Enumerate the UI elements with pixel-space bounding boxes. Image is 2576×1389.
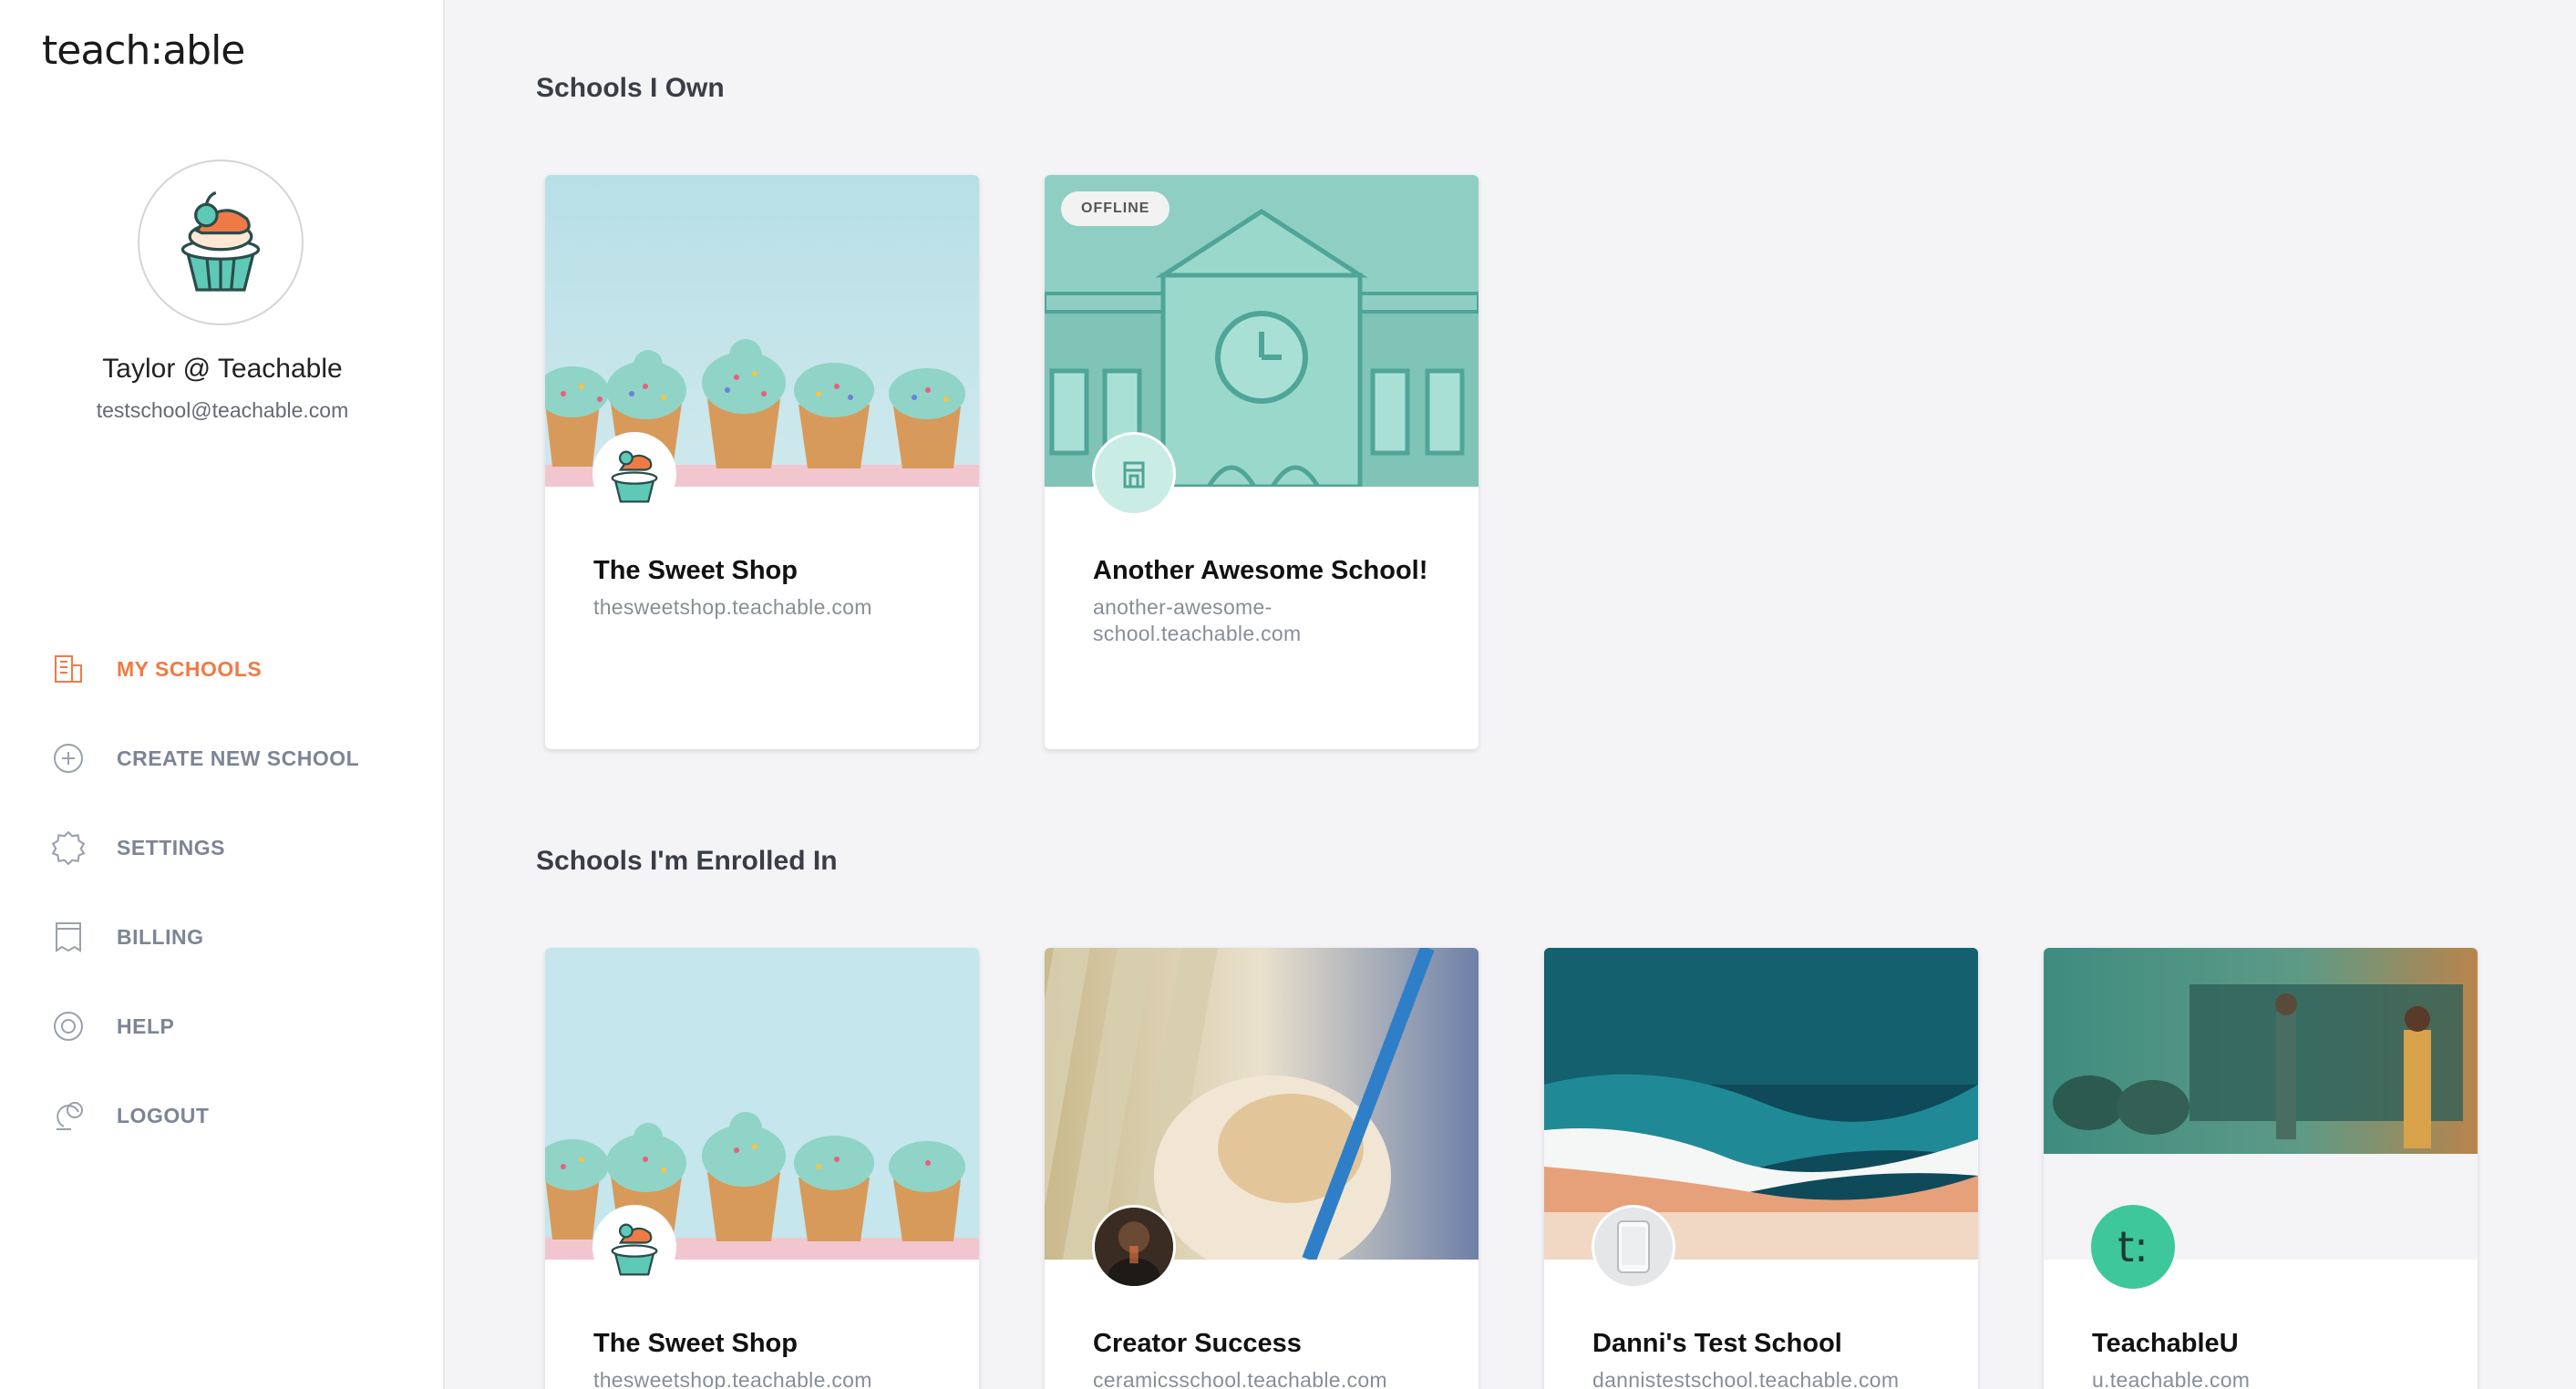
phone-icon xyxy=(1592,1205,1675,1289)
cupcake-icon xyxy=(592,432,676,516)
school-name: The Sweet Shop xyxy=(593,556,798,585)
status-badge: OFFLINE xyxy=(1061,191,1170,226)
school-url: ceramicsschool.teachable.com xyxy=(1093,1368,1387,1389)
school-url: dannistestschool.teachable.com xyxy=(1592,1368,1900,1389)
sidebar: teach:able Taylor @ Teachable testschool… xyxy=(0,0,445,1389)
profile-name: Taylor @ Teachable xyxy=(102,354,343,384)
school-name: The Sweet Shop xyxy=(593,1329,798,1358)
school-name: Creator Success xyxy=(1093,1329,1302,1358)
school-url: thesweetshop.teachable.com xyxy=(593,595,872,619)
school-icon xyxy=(1092,432,1176,516)
lifebuoy-icon xyxy=(51,1009,86,1044)
school-name: Danni's Test School xyxy=(1592,1329,1842,1358)
school-url: another-awesome-school.teachable.com xyxy=(1093,595,1302,645)
nav-label: HELP xyxy=(117,1013,175,1038)
logout-icon xyxy=(51,1098,86,1133)
owned-section-title: Schools I Own xyxy=(536,73,725,103)
school-card[interactable]: The Sweet Shop thesweetshop.teachable.co… xyxy=(545,175,979,749)
school-name: Another Awesome School! xyxy=(1093,556,1428,585)
school-url: thesweetshop.teachable.com xyxy=(593,1368,872,1389)
school-card[interactable]: t: TeachableU u.teachable.com xyxy=(2044,948,2478,1389)
nav-my-schools[interactable]: MY SCHOOLS xyxy=(0,624,445,714)
teachable-logo[interactable]: teach:able xyxy=(42,27,245,74)
nav-settings[interactable]: SETTINGS xyxy=(0,803,445,892)
sidebar-nav: MY SCHOOLS CREATE NEW SCHOOL SETTINGS BI… xyxy=(0,624,445,1160)
avatar xyxy=(138,159,304,325)
nav-label: SETTINGS xyxy=(117,835,226,859)
school-url: u.teachable.com xyxy=(2092,1368,2251,1389)
profile-email: testschool@teachable.com xyxy=(96,398,349,422)
gear-icon xyxy=(51,830,86,865)
cupcake-icon xyxy=(592,1205,676,1289)
nav-billing[interactable]: BILLING xyxy=(0,892,445,982)
nav-label: LOGOUT xyxy=(117,1103,210,1127)
classroom-image xyxy=(2044,948,2478,1154)
school-card[interactable]: The Sweet Shop thesweetshop.teachable.co… xyxy=(545,948,979,1389)
nav-label: CREATE NEW SCHOOL xyxy=(117,746,360,770)
nav-create-new-school[interactable]: CREATE NEW SCHOOL xyxy=(0,714,445,803)
enrolled-section-title: Schools I'm Enrolled In xyxy=(536,846,838,876)
nav-help[interactable]: HELP xyxy=(0,982,445,1071)
nav-label: BILLING xyxy=(117,924,204,949)
plus-circle-icon xyxy=(51,741,86,776)
t-logo: t: xyxy=(2091,1205,2175,1289)
school-card[interactable]: Danni's Test School dannistestschool.tea… xyxy=(1544,948,1978,1389)
person-photo xyxy=(1092,1205,1176,1289)
receipt-icon xyxy=(51,920,86,954)
nav-label: MY SCHOOLS xyxy=(117,656,263,681)
school-card[interactable]: OFFLINE Another Awesome School! another-… xyxy=(1045,175,1479,749)
nav-logout[interactable]: LOGOUT xyxy=(0,1071,445,1160)
building-icon xyxy=(51,652,86,686)
school-card[interactable]: Creator Success ceramicsschool.teachable… xyxy=(1045,948,1479,1389)
cupcake-icon xyxy=(180,190,261,292)
school-name: TeachableU xyxy=(2092,1329,2239,1358)
